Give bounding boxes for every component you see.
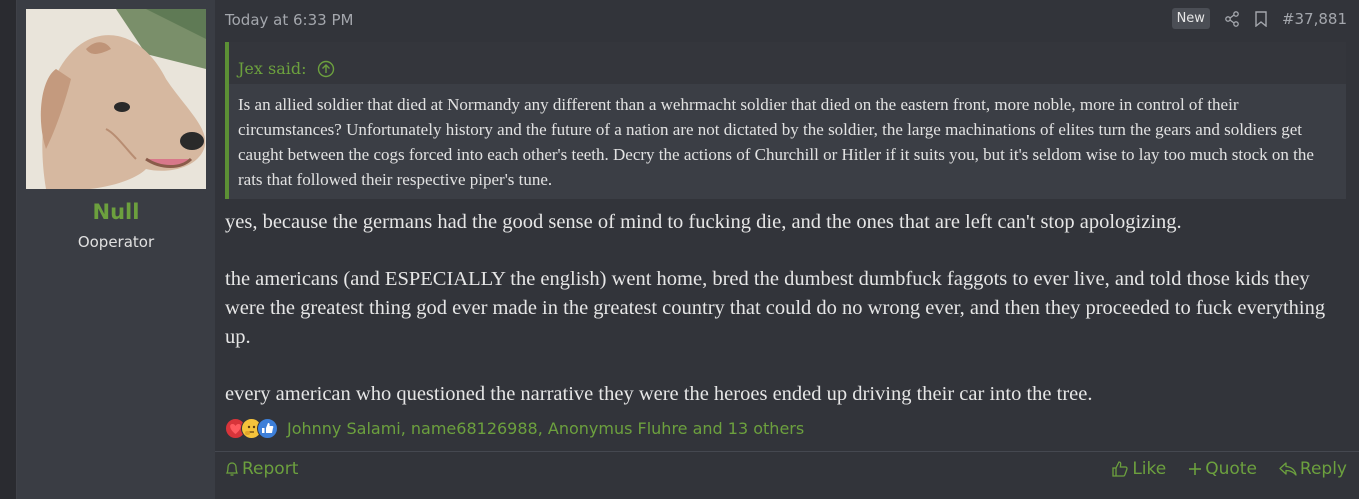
reply-label: Reply — [1299, 459, 1347, 479]
post-body: yes, because the germans had the good se… — [225, 208, 1350, 437]
quote-button[interactable]: Quote — [1188, 459, 1257, 479]
report-link[interactable]: Report — [225, 459, 298, 479]
quote-label: Quote — [1205, 459, 1257, 479]
post-paragraph: every american who questioned the narrat… — [225, 383, 1093, 405]
arrow-up-circle-icon[interactable] — [317, 60, 335, 78]
post: Null Ooperator Today at 6:33 PM New #37,… — [16, 0, 1359, 499]
post-paragraph: the americans (and ESPECIALLY the englis… — [225, 268, 1326, 348]
like-button[interactable]: Like — [1111, 459, 1166, 479]
share-icon[interactable] — [1224, 10, 1240, 27]
post-paragraph: yes, because the germans had the good se… — [225, 211, 1182, 233]
avatar[interactable] — [26, 9, 206, 189]
username[interactable]: Null — [17, 200, 215, 224]
user-title: Ooperator — [77, 233, 155, 251]
post-header-actions: New #37,881 — [1171, 8, 1347, 29]
footer-divider — [215, 451, 1359, 452]
bell-icon — [225, 461, 239, 477]
reactions-users[interactable]: Johnny Salami, name68126988, Anonymus Fl… — [287, 419, 804, 438]
quote-header: Jex said: — [229, 42, 1346, 84]
post-main: Today at 6:33 PM New #37,881 Jex said: I… — [215, 0, 1359, 499]
dog-avatar-image — [26, 9, 206, 189]
quote-block: Jex said: Is an allied soldier that died… — [225, 42, 1346, 199]
thumbs-up-icon — [257, 418, 278, 439]
quote-text: Is an allied soldier that died at Norman… — [238, 95, 1314, 189]
post-footer: Report Like Quote Reply — [225, 459, 1347, 479]
reply-button[interactable]: Reply — [1279, 459, 1347, 479]
thumbs-up-outline-icon — [1111, 460, 1129, 478]
reactions-bar[interactable]: Johnny Salami, name68126988, Anonymus Fl… — [225, 418, 804, 439]
user-sidebar: Null Ooperator — [17, 0, 215, 499]
reaction-icons — [225, 418, 278, 439]
bookmark-icon[interactable] — [1254, 10, 1268, 27]
reply-arrow-icon — [1279, 461, 1297, 477]
report-label: Report — [242, 459, 299, 479]
post-actions: Like Quote Reply — [1111, 459, 1347, 479]
quote-author[interactable]: Jex said: — [238, 59, 307, 78]
like-label: Like — [1132, 459, 1167, 479]
plus-icon — [1188, 462, 1202, 476]
post-number[interactable]: #37,881 — [1282, 10, 1347, 28]
post-date[interactable]: Today at 6:33 PM — [225, 11, 353, 29]
new-badge: New — [1171, 8, 1210, 29]
